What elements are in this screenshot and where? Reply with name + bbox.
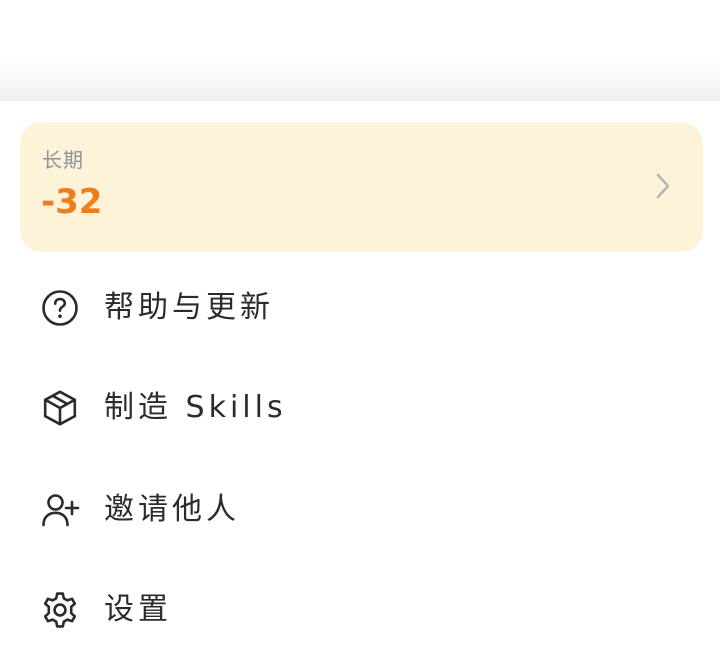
menu-item-create-skills[interactable]: 制造 Skills [0,368,720,448]
user-plus-icon [42,494,80,527]
menu-item-label: 帮助与更新 [104,290,274,325]
cube-icon [43,390,77,426]
menu-item-label: 邀请他人 [104,492,240,527]
long-term-card[interactable]: 长期 -32 [20,122,703,252]
menu-item-settings[interactable]: 设置 [0,570,720,650]
header-area [0,0,720,101]
card-value: -32 [41,182,103,222]
gear-icon [43,592,77,628]
card-label: 长期 [42,148,84,172]
menu-item-invite-others[interactable]: 邀请他人 [0,470,720,550]
chevron-right-icon [656,173,670,199]
help-circle-icon [42,290,78,326]
menu-item-label: 设置 [104,592,172,627]
menu-panel: 长期 -32 帮助与更新 制造 Skills 邀请他人 设置 [0,0,720,663]
menu-item-label: 制造 Skills [104,390,287,425]
menu-item-help-update[interactable]: 帮助与更新 [0,268,720,348]
